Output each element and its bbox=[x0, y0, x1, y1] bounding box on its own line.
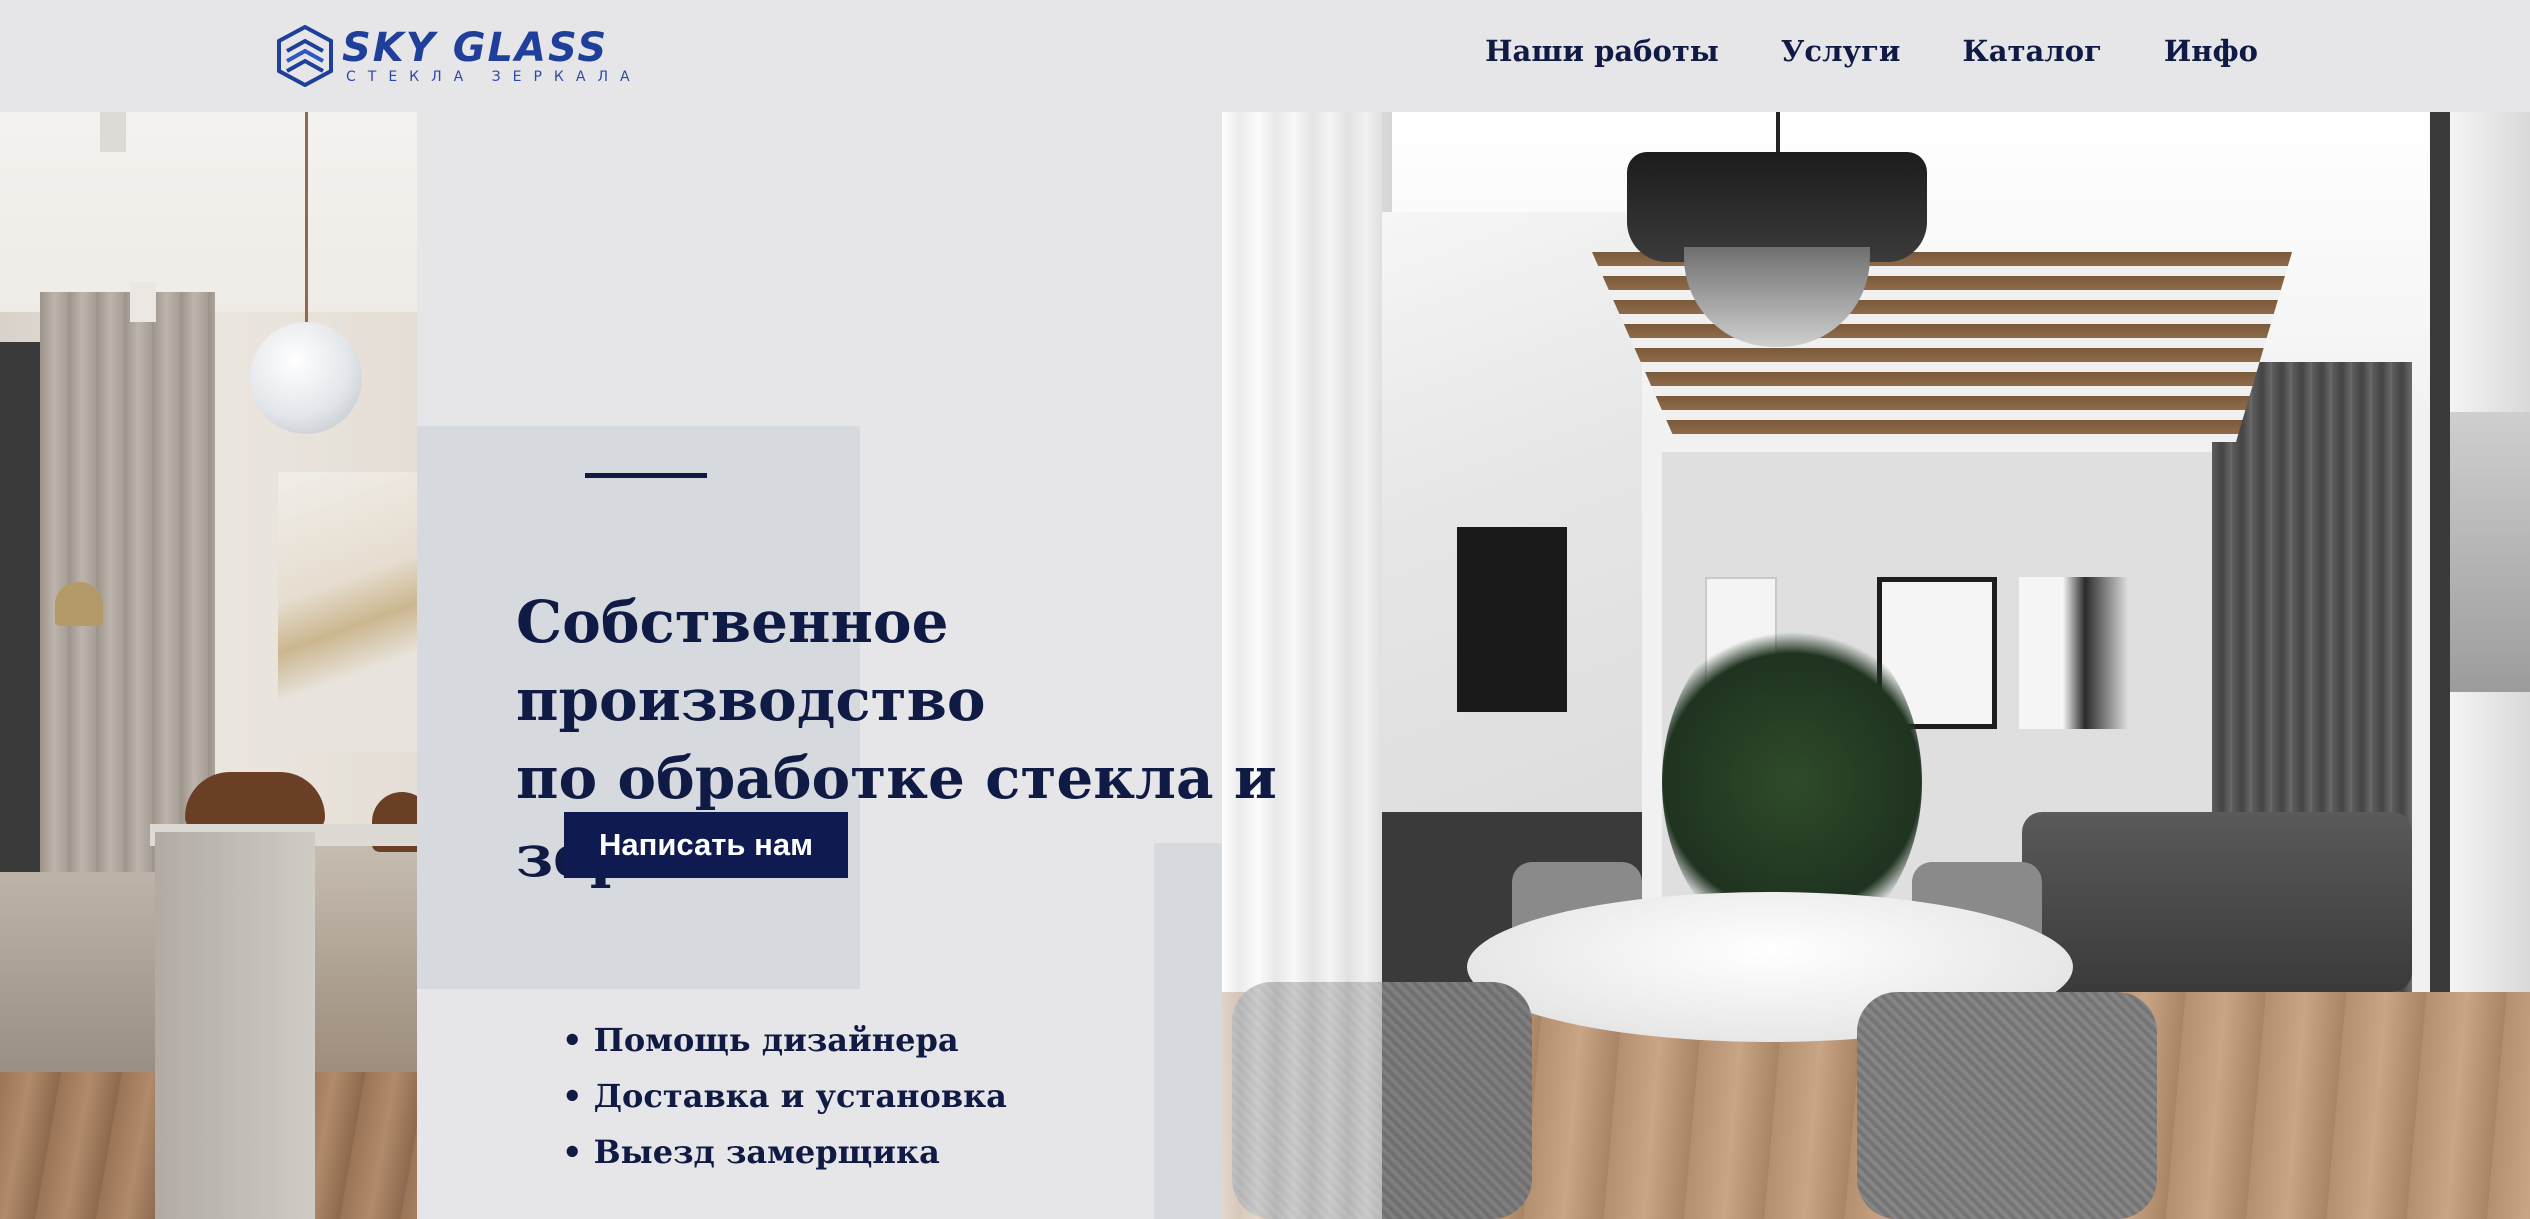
nav-link-services[interactable]: Услуги bbox=[1781, 34, 1900, 68]
main-nav: Наши работы Услуги Каталог Инфо bbox=[1485, 34, 2258, 68]
logo-tagline: СТЕКЛА ЗЕРКАЛА bbox=[346, 69, 642, 85]
features-list: Помощь дизайнера Доставка и установка Вы… bbox=[562, 1012, 1007, 1180]
nav-link-works[interactable]: Наши работы bbox=[1485, 34, 1719, 68]
logo-hexagon-icon bbox=[277, 25, 333, 87]
logo-name: SKY GLASS bbox=[342, 25, 609, 71]
decorative-dash bbox=[585, 473, 707, 478]
contact-us-button[interactable]: Написать нам bbox=[564, 812, 848, 878]
feature-item: Выезд замерщика bbox=[562, 1124, 1007, 1180]
accent-bar bbox=[1154, 843, 1222, 1219]
logo[interactable]: SKY GLASS СТЕКЛА ЗЕРКАЛА bbox=[276, 24, 642, 88]
hero-headline-line1: Собственное производство bbox=[516, 588, 986, 734]
feature-item: Помощь дизайнера bbox=[562, 1012, 1007, 1068]
site-header: SKY GLASS СТЕКЛА ЗЕРКАЛА Наши работы Усл… bbox=[0, 0, 2530, 112]
feature-item: Доставка и установка bbox=[562, 1068, 1007, 1124]
interior-photo-right bbox=[1222, 112, 2530, 1219]
nav-link-info[interactable]: Инфо bbox=[2164, 34, 2258, 68]
interior-photo-left bbox=[0, 112, 417, 1219]
nav-link-catalog[interactable]: Каталог bbox=[1962, 34, 2102, 68]
